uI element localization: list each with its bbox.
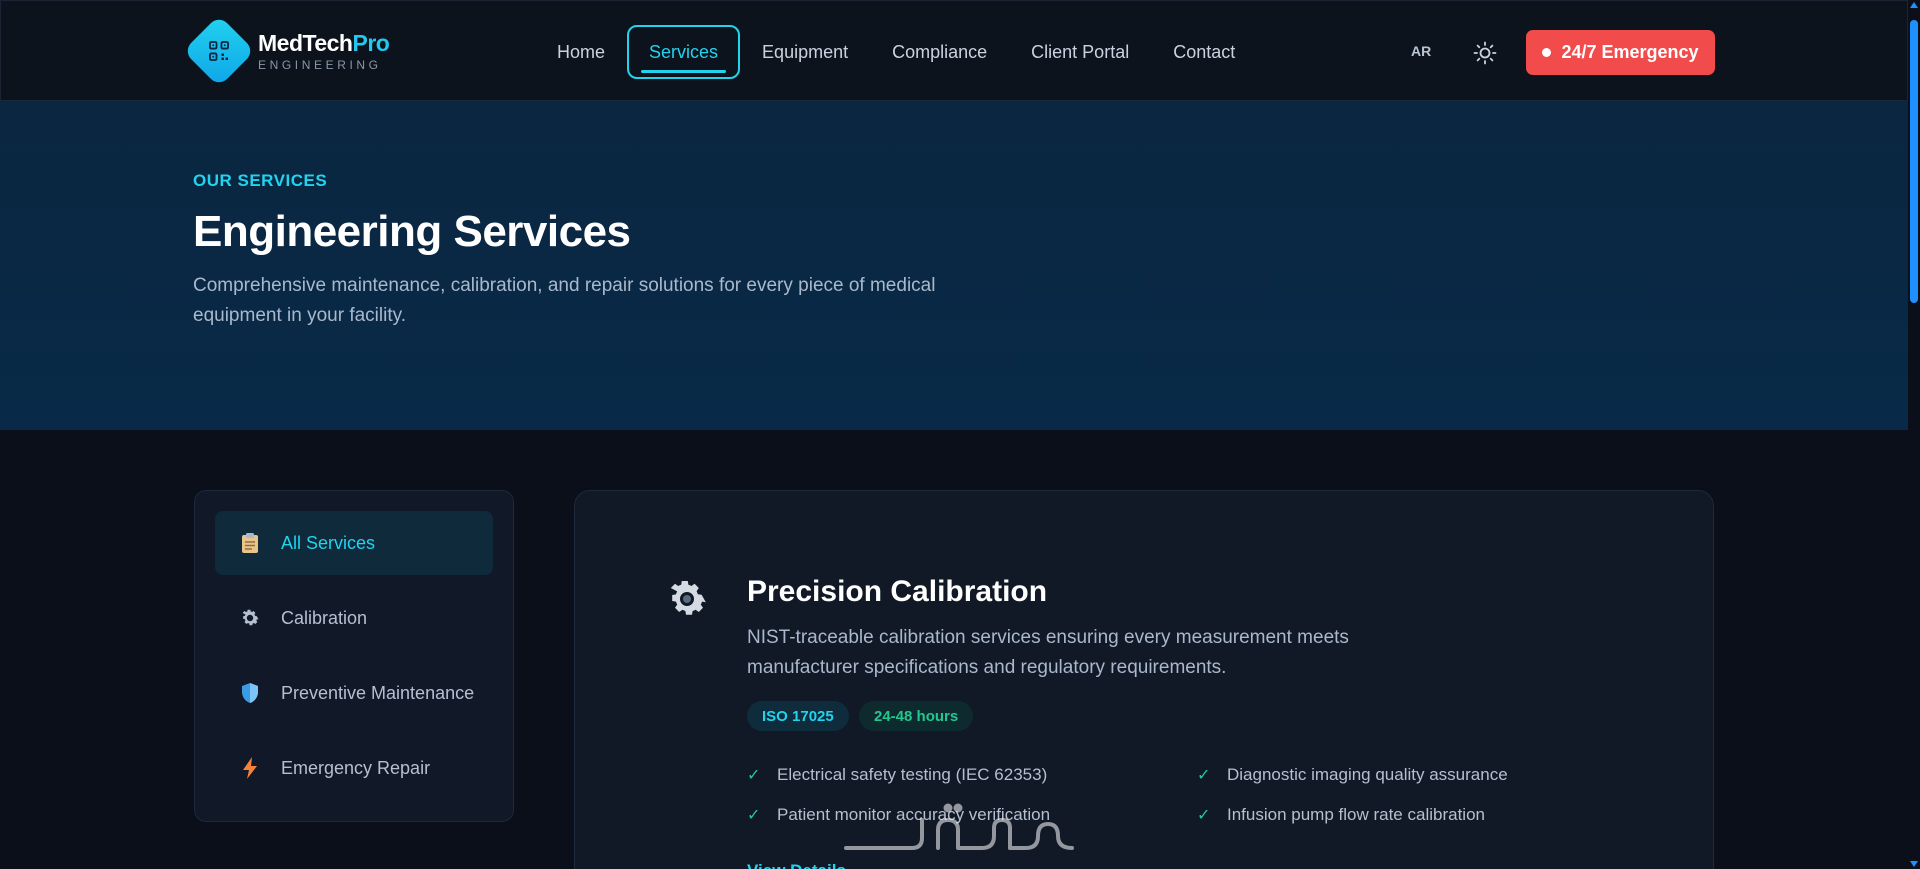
sidebar-item-label: Preventive Maintenance xyxy=(281,682,475,703)
shield-icon xyxy=(237,680,263,706)
brand-name: MedTechPro xyxy=(258,29,390,56)
brand-subtitle: ENGINEERING xyxy=(258,57,382,72)
sidebar-item-preventive-maintenance[interactable]: Preventive Maintenance xyxy=(215,661,493,725)
sidebar-item-all-services[interactable]: All Services xyxy=(215,511,493,575)
check-icon: ✓ xyxy=(1197,767,1211,784)
sidebar-item-emergency-repair[interactable]: Emergency Repair xyxy=(215,736,493,800)
watermark-logo xyxy=(842,800,1078,856)
alert-dot-icon xyxy=(1542,48,1552,57)
sidebar-item-label: Emergency Repair xyxy=(281,757,431,778)
sun-icon[interactable] xyxy=(1473,41,1497,65)
certification-badge: ISO 17025 xyxy=(747,701,849,731)
check-icon: ✓ xyxy=(1197,807,1211,824)
sidebar-item-label: Calibration xyxy=(281,607,368,628)
sidebar-item-calibration[interactable]: Calibration xyxy=(215,586,493,650)
service-description: NIST-traceable calibration services ensu… xyxy=(747,627,1349,678)
feature-item: ✓ Electrical safety testing (IEC 62353) xyxy=(747,765,1047,785)
logo-icon xyxy=(183,15,255,87)
scroll-up-arrow-icon[interactable] xyxy=(1910,2,1918,8)
feature-label: Infusion pump flow rate calibration xyxy=(1227,805,1485,824)
clipboard-icon xyxy=(237,530,263,556)
turnaround-badge: 24-48 hours xyxy=(859,701,974,731)
brand-logo[interactable]: MedTechPro ENGINEERING xyxy=(183,15,390,87)
feature-item: ✓ Diagnostic imaging quality assurance xyxy=(1197,765,1508,785)
service-category-sidebar: All Services Calibration Preventive Main… xyxy=(194,490,514,822)
sidebar-item-label: All Services xyxy=(281,532,376,553)
service-card: Precision Calibration NIST-traceable cal… xyxy=(574,490,1714,869)
hero-description: Comprehensive maintenance, calibration, … xyxy=(193,275,936,326)
page-title: Engineering Services xyxy=(193,207,631,256)
view-details-link[interactable]: View Details → xyxy=(747,861,868,869)
page-scrollbar[interactable] xyxy=(1908,0,1920,869)
site-header: MedTechPro ENGINEERING Home Services Equ… xyxy=(0,0,1908,101)
check-icon: ✓ xyxy=(747,767,761,784)
gear-icon xyxy=(663,575,713,625)
nav-home[interactable]: Home xyxy=(535,25,627,79)
feature-item: ✓ Infusion pump flow rate calibration xyxy=(1197,805,1485,825)
nav-compliance[interactable]: Compliance xyxy=(870,25,1009,79)
emergency-button[interactable]: 24/7 Emergency xyxy=(1526,30,1715,75)
nav-contact[interactable]: Contact xyxy=(1151,25,1257,79)
feature-label: Electrical safety testing (IEC 62353) xyxy=(777,765,1048,784)
main-nav: Home Services Equipment Compliance Clien… xyxy=(535,25,1257,79)
hero-eyebrow: OUR SERVICES xyxy=(193,171,328,190)
service-title: Precision Calibration xyxy=(747,575,1048,608)
nav-equipment[interactable]: Equipment xyxy=(740,25,870,79)
feature-label: Diagnostic imaging quality assurance xyxy=(1227,765,1508,784)
nav-client-portal[interactable]: Client Portal xyxy=(1009,25,1151,79)
language-toggle[interactable]: AR xyxy=(1411,43,1431,59)
gear-icon xyxy=(237,605,263,631)
emergency-label: 24/7 Emergency xyxy=(1561,42,1699,62)
lightning-icon xyxy=(237,755,263,781)
scroll-thumb[interactable] xyxy=(1910,20,1918,303)
nav-services[interactable]: Services xyxy=(627,25,741,79)
hero-section: OUR SERVICES Engineering Services Compre… xyxy=(0,101,1908,430)
scroll-down-arrow-icon[interactable] xyxy=(1910,861,1918,867)
check-icon: ✓ xyxy=(747,807,761,824)
